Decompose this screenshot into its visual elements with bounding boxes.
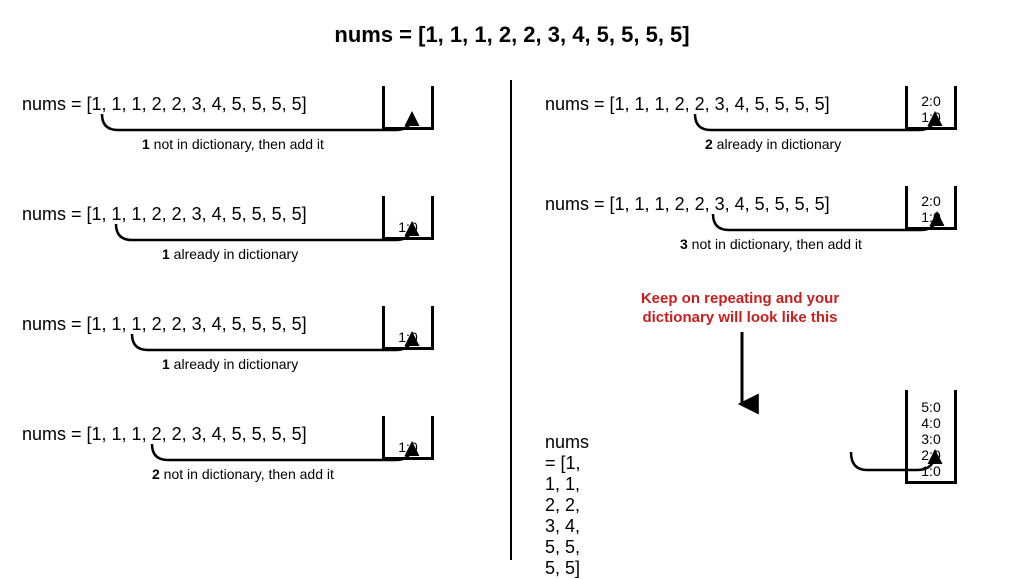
step-caption: 2 already in dictionary [705,136,841,152]
pointer-arrow-icon [845,452,949,492]
dict-entry: 2:0 [908,193,954,209]
caption-rest: not in dictionary, then add it [688,236,862,252]
left-column: nums = [1, 1, 1, 2, 2, 3, 4, 5, 5, 5, 5]… [22,90,502,530]
step-left-2: nums = [1, 1, 1, 2, 2, 3, 4, 5, 5, 5, 5]… [22,310,502,406]
caption-rest: already in dictionary [713,136,841,152]
step-caption: 1 already in dictionary [162,246,298,262]
step-left-1: nums = [1, 1, 1, 2, 2, 3, 4, 5, 5, 5, 5]… [22,200,502,296]
nums-text: nums = [1, 1, 1, 2, 2, 3, 4, 5, 5, 5, 5] [545,94,830,115]
dict-entry: 2:0 [908,93,954,109]
step-right-1: nums = [1, 1, 1, 2, 2, 3, 4, 5, 5, 5, 5]… [545,190,1024,276]
caption-bold: 2 [705,136,713,152]
column-divider [510,80,512,560]
right-column: nums = [1, 1, 1, 2, 2, 3, 4, 5, 5, 5, 5]… [545,90,1024,290]
page-title: nums = [1, 1, 1, 2, 2, 3, 4, 5, 5, 5, 5] [0,22,1024,48]
nums-text: nums = [1, 1, 1, 2, 2, 3, 4, 5, 5, 5, 5] [22,204,307,225]
step-left-0: nums = [1, 1, 1, 2, 2, 3, 4, 5, 5, 5, 5]… [22,90,502,186]
dict-entry: 5:0 [908,399,954,415]
step-caption: 2 not in dictionary, then add it [152,466,334,482]
caption-bold: 3 [680,236,688,252]
step-right-0: nums = [1, 1, 1, 2, 2, 3, 4, 5, 5, 5, 5]… [545,90,1024,176]
down-arrow-icon [735,332,749,417]
step-left-3: nums = [1, 1, 1, 2, 2, 3, 4, 5, 5, 5, 5]… [22,420,502,516]
dict-entry: 4:0 [908,415,954,431]
caption-bold: 1 [142,136,150,152]
nums-text: nums = [1, 1, 1, 2, 2, 3, 4, 5, 5, 5, 5] [545,194,830,215]
caption-bold: 1 [162,246,170,262]
caption-rest: not in dictionary, then add it [150,136,324,152]
nums-text: nums = [1, 1, 1, 2, 2, 3, 4, 5, 5, 5, 5] [22,424,307,445]
caption-rest: already in dictionary [170,246,298,262]
step-caption: 1 already in dictionary [162,356,298,372]
caption-rest: already in dictionary [170,356,298,372]
step-caption: 1 not in dictionary, then add it [142,136,324,152]
repeat-note: Keep on repeating and your dictionary wi… [605,290,875,328]
nums-text: nums = [1, 1, 1, 2, 2, 3, 4, 5, 5, 5, 5] [22,314,307,335]
caption-rest: not in dictionary, then add it [160,466,334,482]
step-caption: 3 not in dictionary, then add it [680,236,862,252]
nums-text: nums = [1, 1, 1, 2, 2, 3, 4, 5, 5, 5, 5] [22,94,307,115]
dict-entry: 3:0 [908,431,954,447]
caption-bold: 1 [162,356,170,372]
nums-text: nums = [1, 1, 1, 2, 2, 3, 4, 5, 5, 5, 5] [545,432,589,579]
caption-bold: 2 [152,466,160,482]
